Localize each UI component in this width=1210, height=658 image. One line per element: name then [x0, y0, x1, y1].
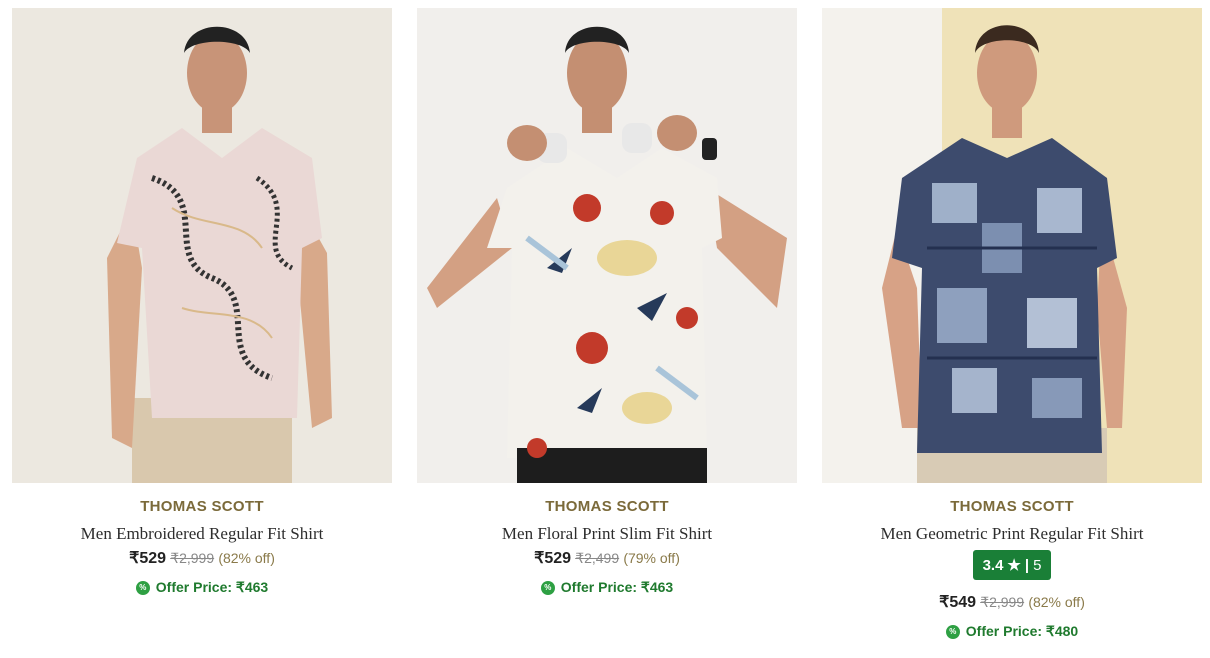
product-photo — [12, 8, 392, 483]
rating-value: 3.4 — [982, 556, 1004, 574]
product-image[interactable] — [417, 8, 797, 483]
discount-label: (82% off) — [218, 550, 275, 566]
percent-icon: % — [135, 580, 150, 595]
offer-price-text: Offer Price: ₹480 — [965, 623, 1079, 639]
product-title[interactable]: Men Floral Print Slim Fit Shirt — [417, 524, 797, 544]
percent-icon: % — [540, 580, 555, 595]
rating-badge[interactable]: 3.4 ★ | 5 — [972, 550, 1052, 580]
product-brand[interactable]: THOMAS SCOTT — [822, 498, 1202, 515]
original-price: ₹2,999 — [170, 550, 215, 566]
percent-icon: % — [945, 624, 960, 639]
product-title[interactable]: Men Geometric Print Regular Fit Shirt — [822, 524, 1202, 544]
selling-price: ₹549 — [939, 594, 977, 611]
product-card[interactable]: THOMAS SCOTT Men Embroidered Regular Fit… — [12, 8, 392, 596]
product-card[interactable]: THOMAS SCOTT Men Floral Print Slim Fit S… — [417, 8, 797, 596]
product-photo — [822, 8, 1202, 483]
price-row: ₹529 ₹2,499 (79% off) — [417, 548, 797, 568]
offer-price-text: Offer Price: ₹463 — [155, 579, 269, 595]
price-row: ₹529 ₹2,999 (82% off) — [12, 548, 392, 568]
offer-price-text: Offer Price: ₹463 — [560, 579, 674, 595]
original-price: ₹2,499 — [575, 550, 620, 566]
rating-separator: | — [1024, 556, 1030, 574]
product-brand[interactable]: THOMAS SCOTT — [417, 498, 797, 515]
product-image[interactable] — [822, 8, 1202, 483]
selling-price: ₹529 — [534, 550, 572, 567]
product-image[interactable] — [12, 8, 392, 483]
rating-count: 5 — [1033, 556, 1042, 574]
original-price: ₹2,999 — [980, 594, 1025, 610]
product-title[interactable]: Men Embroidered Regular Fit Shirt — [12, 524, 392, 544]
discount-label: (82% off) — [1028, 594, 1085, 610]
offer-price: % Offer Price: ₹480 — [822, 623, 1202, 640]
discount-label: (79% off) — [623, 550, 680, 566]
product-brand[interactable]: THOMAS SCOTT — [12, 498, 392, 515]
product-grid: THOMAS SCOTT Men Embroidered Regular Fit… — [0, 0, 1210, 658]
rating-row: 3.4 ★ | 5 — [822, 550, 1202, 580]
selling-price: ₹529 — [129, 550, 167, 567]
star-icon: ★ — [1007, 557, 1021, 574]
offer-price: % Offer Price: ₹463 — [12, 579, 392, 596]
offer-price: % Offer Price: ₹463 — [417, 579, 797, 596]
product-card[interactable]: THOMAS SCOTT Men Geometric Print Regular… — [822, 8, 1202, 640]
price-row: ₹549 ₹2,999 (82% off) — [822, 592, 1202, 612]
product-photo — [417, 8, 797, 483]
